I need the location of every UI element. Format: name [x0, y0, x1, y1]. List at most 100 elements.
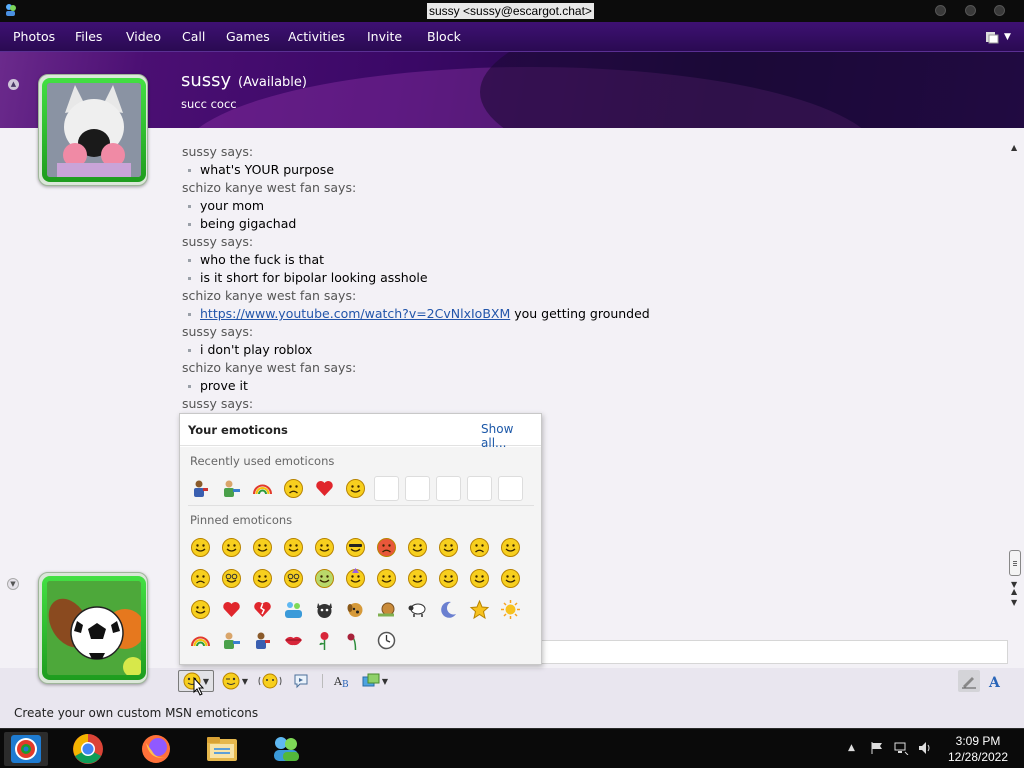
clock-time: 3:09 PM [955, 734, 1001, 748]
baring-teeth-icon[interactable] [467, 566, 492, 591]
moon-icon[interactable] [436, 597, 461, 622]
rainbow-icon[interactable] [188, 628, 213, 653]
sun-icon[interactable] [498, 597, 523, 622]
handshake-icon[interactable] [219, 628, 244, 653]
collapse-header-icon[interactable]: ▲ [8, 79, 19, 90]
big-smile-icon [222, 538, 241, 557]
sad-icon[interactable] [281, 476, 306, 501]
close-button[interactable] [994, 5, 1005, 16]
taskbar-clock[interactable]: 3:09 PM 12/28/2022 [938, 733, 1018, 765]
people-icon[interactable] [281, 597, 306, 622]
nudge-icon [258, 673, 282, 689]
volume-icon[interactable] [918, 741, 932, 755]
glasses-icon[interactable] [281, 566, 306, 591]
msn-app-icon[interactable] [4, 3, 18, 17]
input-scroll-up-icon[interactable]: ▲ [1011, 587, 1017, 596]
clock-icon[interactable] [374, 628, 399, 653]
own-avatar[interactable] [38, 572, 148, 684]
network-icon[interactable] [893, 741, 909, 755]
wink-button[interactable]: ▼ [220, 670, 250, 692]
sad-icon[interactable] [467, 535, 492, 560]
star-icon[interactable] [467, 597, 492, 622]
disappointed-icon [191, 569, 210, 588]
text-button[interactable]: A [984, 670, 1006, 692]
taskbar-msn-messenger[interactable] [4, 732, 48, 766]
angry-icon[interactable] [374, 535, 399, 560]
embarrassed-icon[interactable] [436, 535, 461, 560]
shy-icon[interactable] [188, 597, 213, 622]
heart-icon[interactable] [219, 597, 244, 622]
smirk-icon[interactable] [498, 566, 523, 591]
youtube-link[interactable]: https://www.youtube.com/watch?v=2CvNlxIo… [200, 306, 510, 321]
rose-icon[interactable] [312, 628, 337, 653]
message-sender: sussy says: [182, 396, 254, 411]
taskbar-chrome[interactable] [66, 732, 110, 766]
contact-avatar[interactable] [38, 74, 148, 186]
action-center-flag-icon[interactable] [870, 741, 884, 755]
maximize-button[interactable] [965, 5, 976, 16]
status-bar-text[interactable]: Create your own custom MSN emoticons [14, 706, 258, 720]
red-heart-icon[interactable] [312, 476, 337, 501]
voice-clip-button[interactable] [290, 670, 312, 692]
surprised-icon[interactable] [281, 535, 306, 560]
menu-games[interactable]: Games [226, 29, 270, 44]
handwriting-button[interactable] [958, 670, 980, 692]
input-scroll-down-icon[interactable]: ▼ [1011, 598, 1017, 607]
handshake-icon[interactable] [219, 476, 244, 501]
big-smile-icon[interactable] [219, 535, 244, 560]
wink-icon [222, 672, 240, 690]
background-button[interactable]: ▼ [360, 670, 390, 692]
wilted-rose-icon[interactable] [343, 628, 368, 653]
smile-icon[interactable] [188, 535, 213, 560]
nudge-button[interactable] [258, 670, 282, 692]
message-input[interactable] [542, 640, 1008, 664]
scroll-up-icon[interactable]: ▲ [1011, 143, 1017, 152]
taskbar-msn-contacts[interactable] [264, 732, 308, 766]
rainbow-icon[interactable] [250, 476, 275, 501]
broken-heart-icon[interactable] [250, 597, 275, 622]
taskbar-file-explorer[interactable] [200, 732, 244, 766]
sheep-icon[interactable] [405, 597, 430, 622]
happy-icon[interactable] [343, 476, 368, 501]
cool-icon[interactable] [343, 535, 368, 560]
snail-icon[interactable] [374, 597, 399, 622]
man-icon[interactable] [250, 628, 275, 653]
picker-header: Your emoticons Show all... [180, 414, 541, 450]
display-options-icon[interactable] [985, 30, 999, 44]
menu-files[interactable]: Files [75, 29, 102, 44]
show-all-link[interactable]: Show all... [481, 422, 541, 450]
crying-icon[interactable] [498, 535, 523, 560]
font-button[interactable]: AB [332, 670, 354, 692]
menu-block[interactable]: Block [427, 29, 461, 44]
lips-icon[interactable] [281, 628, 306, 653]
disappointed-icon[interactable] [188, 566, 213, 591]
snail-icon [378, 602, 395, 617]
man-icon[interactable] [188, 476, 213, 501]
menu-photos[interactable]: Photos [13, 29, 55, 44]
menu-activities[interactable]: Activities [288, 29, 345, 44]
show-hidden-icons-icon[interactable]: ▲ [848, 743, 855, 753]
dog-icon[interactable] [343, 597, 368, 622]
secret-icon[interactable] [374, 566, 399, 591]
wink-icon[interactable] [250, 535, 275, 560]
bullet-icon [188, 349, 191, 352]
sarcastic-icon[interactable] [250, 566, 275, 591]
confused-icon[interactable] [405, 535, 430, 560]
sick-icon[interactable] [312, 566, 337, 591]
eye-roll-icon[interactable] [405, 566, 430, 591]
menu-video[interactable]: Video [126, 29, 161, 44]
collapse-own-avatar-icon[interactable]: ▼ [7, 578, 19, 590]
menu-call[interactable]: Call [182, 29, 205, 44]
minimize-button[interactable] [935, 5, 946, 16]
rainbow-icon [253, 484, 272, 495]
scrollbar-thumb[interactable] [1009, 550, 1021, 576]
tongue-icon[interactable] [312, 535, 337, 560]
nerd-icon[interactable] [219, 566, 244, 591]
thinking-icon[interactable] [436, 566, 461, 591]
taskbar-firefox[interactable] [134, 732, 178, 766]
display-options-caret-icon[interactable]: ▼ [1004, 32, 1011, 42]
party-icon[interactable] [343, 566, 368, 591]
rose-icon [319, 632, 329, 650]
cat-icon[interactable] [312, 597, 337, 622]
menu-invite[interactable]: Invite [367, 29, 402, 44]
